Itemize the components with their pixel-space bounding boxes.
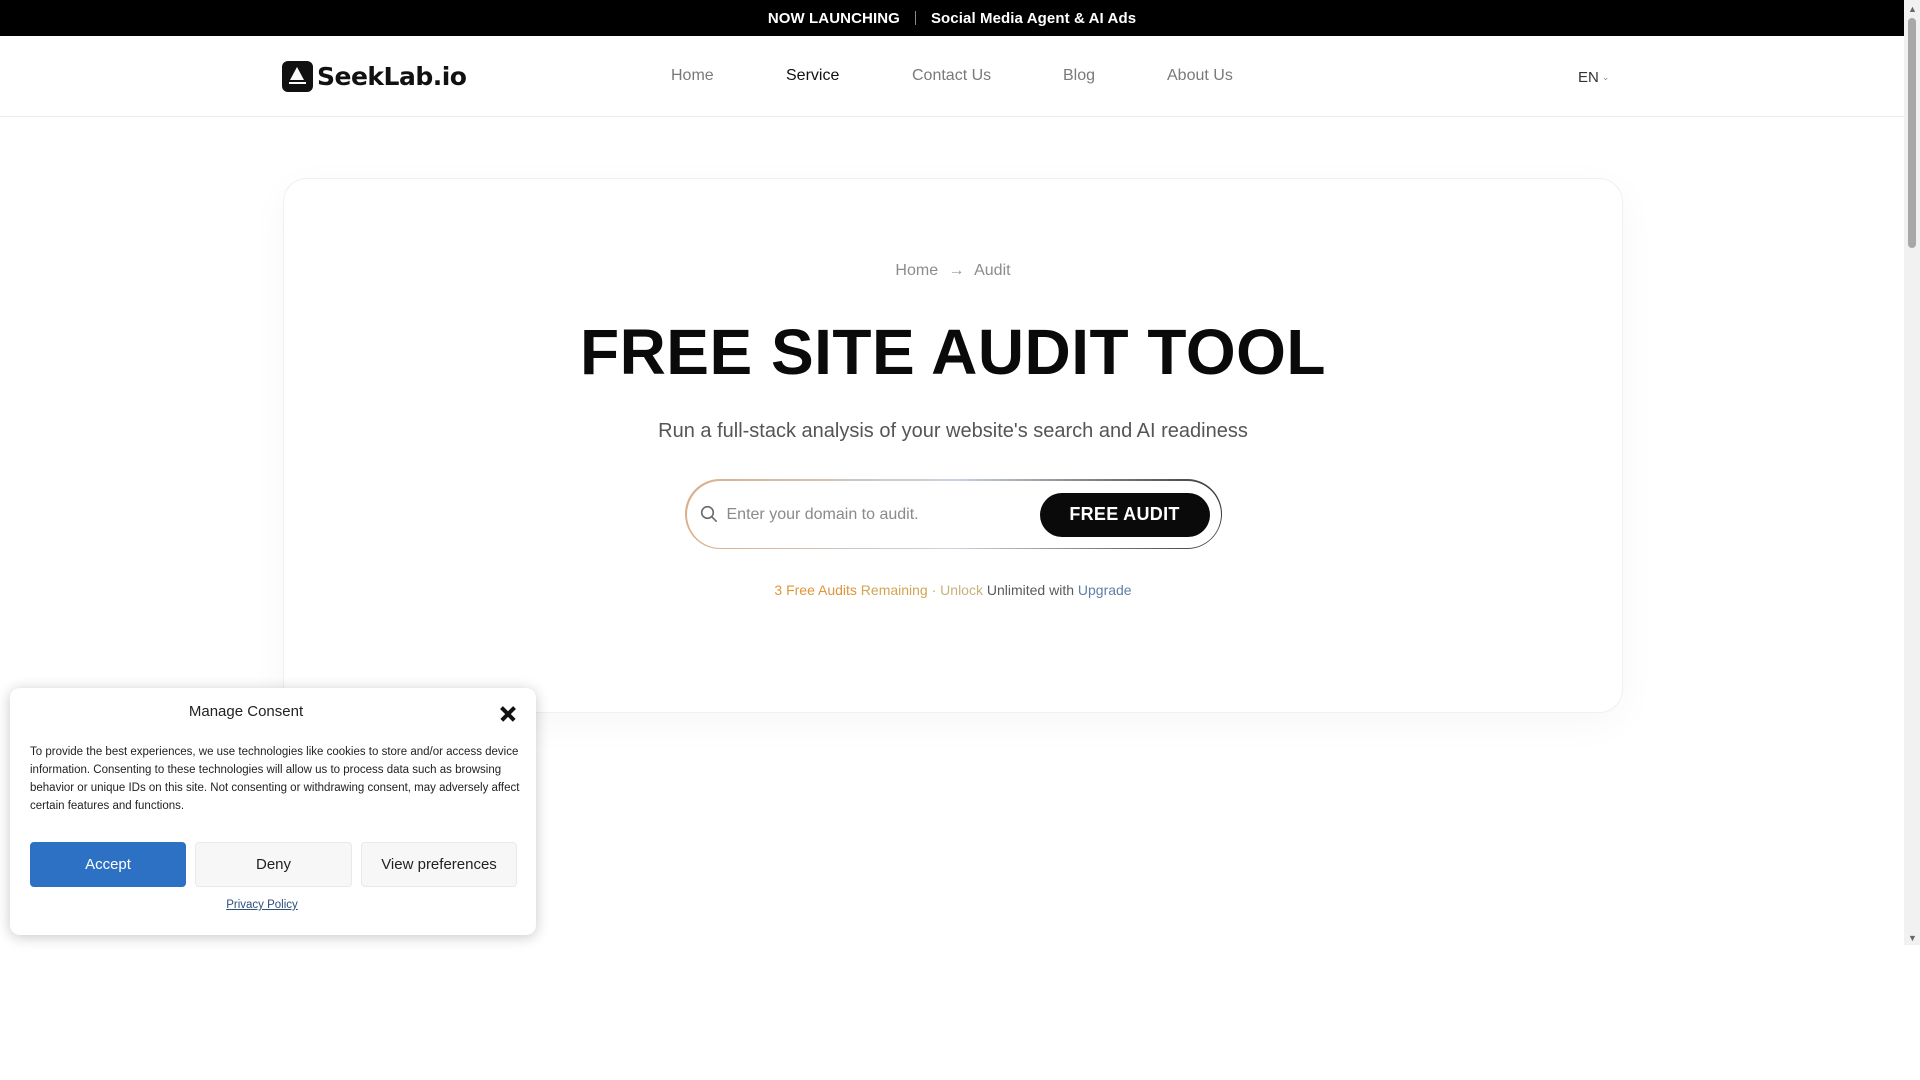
scroll-down-arrow-icon[interactable]: ▼ <box>1908 933 1917 943</box>
unlimited-label: Unlimited with <box>986 582 1074 598</box>
audit-hero-card: Home → Audit FREE SITE AUDIT TOOL Run a … <box>283 178 1623 713</box>
search-field-wrapper: FREE AUDIT <box>686 480 1221 548</box>
scroll-up-arrow-icon[interactable]: ▲ <box>1908 4 1917 14</box>
view-preferences-button[interactable]: View preferences <box>361 842 517 887</box>
page-title: FREE SITE AUDIT TOOL <box>579 316 1327 388</box>
nav-contact-us[interactable]: Contact Us <box>912 67 991 85</box>
nav-home[interactable]: Home <box>671 67 714 85</box>
consent-title: Manage Consent <box>188 703 304 720</box>
cookie-consent-dialog: Manage Consent To provide the best exper… <box>10 688 536 935</box>
audits-remaining-note: 3 Free Audits Remaining · Unlock Unlimit… <box>284 582 1622 598</box>
free-audit-button[interactable]: FREE AUDIT <box>1039 492 1210 537</box>
breadcrumb-audit: Audit <box>974 262 1011 279</box>
scrollbar-thumb[interactable] <box>1908 18 1916 248</box>
announcement-divider <box>914 11 916 25</box>
breadcrumb-home[interactable]: Home <box>895 262 938 279</box>
remaining-count: 3 Free Audits <box>774 582 857 598</box>
main-nav: Home Service Contact Us Blog About Us <box>0 36 1904 117</box>
language-label: EN <box>1578 69 1599 86</box>
nav-about-us[interactable]: About Us <box>1167 67 1233 85</box>
announcement-text[interactable]: Social Media Agent & AI Ads <box>931 10 1136 27</box>
breadcrumb: Home → Audit <box>284 262 1622 280</box>
close-icon[interactable] <box>497 703 519 725</box>
remaining-label: Remaining · <box>860 582 937 598</box>
deny-button[interactable]: Deny <box>195 842 352 887</box>
domain-input[interactable] <box>726 496 1027 533</box>
page-subtitle: Run a full-stack analysis of your websit… <box>658 420 1248 442</box>
nav-blog[interactable]: Blog <box>1063 67 1095 85</box>
upgrade-link[interactable]: Upgrade <box>1078 582 1132 598</box>
nav-service[interactable]: Service <box>786 67 839 85</box>
unlock-label: Unlock <box>940 582 983 598</box>
chevron-down-icon: ⌄ <box>1601 72 1610 82</box>
consent-description: To provide the best experiences, we use … <box>30 746 520 812</box>
arrow-right-icon: → <box>948 262 965 279</box>
language-selector[interactable]: EN ⌄ <box>1578 69 1609 86</box>
announcement-tag: NOW LAUNCHING <box>767 9 900 27</box>
announcement-bar: NOW LAUNCHING Social Media Agent & AI Ad… <box>0 0 1904 36</box>
search-icon <box>700 505 717 522</box>
page-scrollbar[interactable]: ▲ ▼ <box>1904 0 1920 945</box>
domain-search-form: FREE AUDIT <box>685 479 1222 549</box>
site-header: SeekLab.io Home Service Contact Us Blog … <box>0 36 1904 117</box>
accept-button[interactable]: Accept <box>30 842 186 887</box>
privacy-policy-link[interactable]: Privacy Policy <box>10 899 536 911</box>
